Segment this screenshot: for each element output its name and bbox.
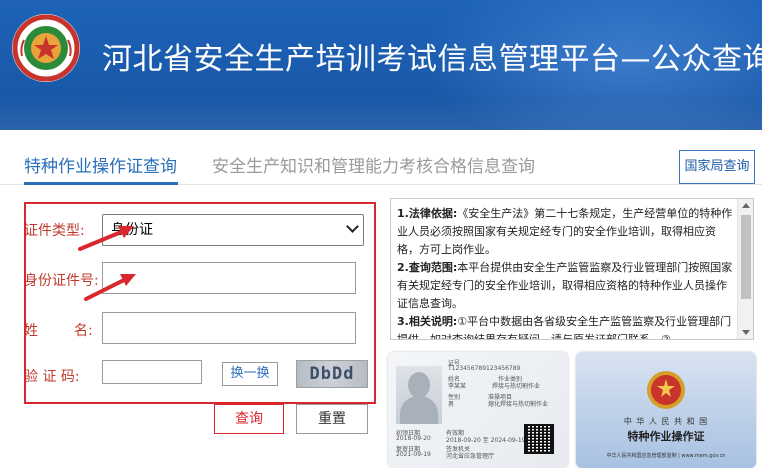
tab-special-operation-certificate[interactable]: 特种作业操作证查询 bbox=[24, 152, 177, 177]
certificate-title-text: 特种作业操作证 bbox=[627, 430, 705, 443]
captcha-image[interactable]: DbDd bbox=[296, 360, 368, 388]
header-wave bbox=[0, 100, 762, 130]
certificate-front-sample: 证号 T12345678912345678​9 姓名 李某某 作业类别 焊接与热… bbox=[388, 352, 568, 468]
captcha-input[interactable] bbox=[102, 360, 202, 384]
qr-code-icon bbox=[524, 424, 554, 454]
id-type-label: 证件类型: bbox=[24, 223, 85, 239]
name-label-second: 名: bbox=[74, 323, 93, 339]
notice-section-title: 1.法律依据: bbox=[397, 207, 458, 220]
arrow-annotation-icon bbox=[84, 274, 136, 301]
active-tab-underline bbox=[24, 182, 178, 185]
notice-section: 2.查询范围:本平台提供由安全生产监管监察及行业管理部门按照国家有关规定经专门的… bbox=[397, 259, 735, 313]
reset-button[interactable]: 重置 bbox=[296, 404, 368, 434]
notice-section: 3.相关说明:①平台中数据由各省级安全生产监管监察及行业管理部门提供，如对查询结… bbox=[397, 313, 735, 339]
name-input[interactable] bbox=[102, 312, 356, 344]
arrow-annotation-icon bbox=[78, 226, 134, 251]
notice-section-title: 3.相关说明: bbox=[397, 315, 458, 328]
scroll-up-arrow-icon[interactable] bbox=[742, 203, 750, 208]
notice-section: 1.法律依据:《安全生产法》第二十七条规定，生产经营单位的特种作业人员必须按照国… bbox=[397, 205, 735, 259]
notice-text: 1.法律依据:《安全生产法》第二十七条规定，生产经营单位的特种作业人员必须按照国… bbox=[397, 205, 735, 339]
refresh-captcha-button[interactable]: 换一换 bbox=[222, 362, 278, 386]
chevron-down-icon bbox=[346, 220, 359, 233]
id-number-input[interactable] bbox=[102, 262, 356, 294]
certificate-country-text: 中 华 人 民 共 和 国 bbox=[623, 417, 709, 426]
scroll-down-arrow-icon[interactable] bbox=[742, 330, 750, 335]
certificate-back-sample: 中 华 人 民 共 和 国 特种作业操作证 中华人民共和国应急管理部监制 | w… bbox=[576, 352, 756, 468]
certificate-issuer-text: 中华人民共和国应急管理部监制 | www.mem.gov.cn bbox=[606, 453, 726, 459]
safety-emblem-icon bbox=[12, 14, 80, 82]
query-button[interactable]: 查询 bbox=[214, 404, 284, 434]
notice-scrollbar[interactable] bbox=[737, 199, 753, 339]
portrait-placeholder-icon bbox=[396, 366, 442, 424]
notice-section-title: 2.查询范围: bbox=[397, 261, 458, 274]
id-type-select[interactable]: 身份证 bbox=[102, 214, 364, 246]
notice-panel: 1.法律依据:《安全生产法》第二十七条规定，生产经营单位的特种作业人员必须按照国… bbox=[390, 198, 754, 340]
tab-safety-knowledge-assessment[interactable]: 安全生产知识和管理能力考核合格信息查询 bbox=[212, 152, 535, 177]
name-label-first: 姓 bbox=[24, 323, 38, 339]
national-emblem-icon bbox=[647, 371, 685, 409]
national-bureau-query-button[interactable]: 国家局查询 bbox=[679, 150, 755, 184]
site-title: 河北省安全生产培训考试信息管理平台—公众查询 bbox=[102, 42, 762, 77]
captcha-label: 验 证 码: bbox=[24, 369, 80, 385]
scroll-thumb[interactable] bbox=[741, 215, 751, 299]
site-header: 河北省安全生产培训考试信息管理平台—公众查询 bbox=[0, 0, 762, 130]
